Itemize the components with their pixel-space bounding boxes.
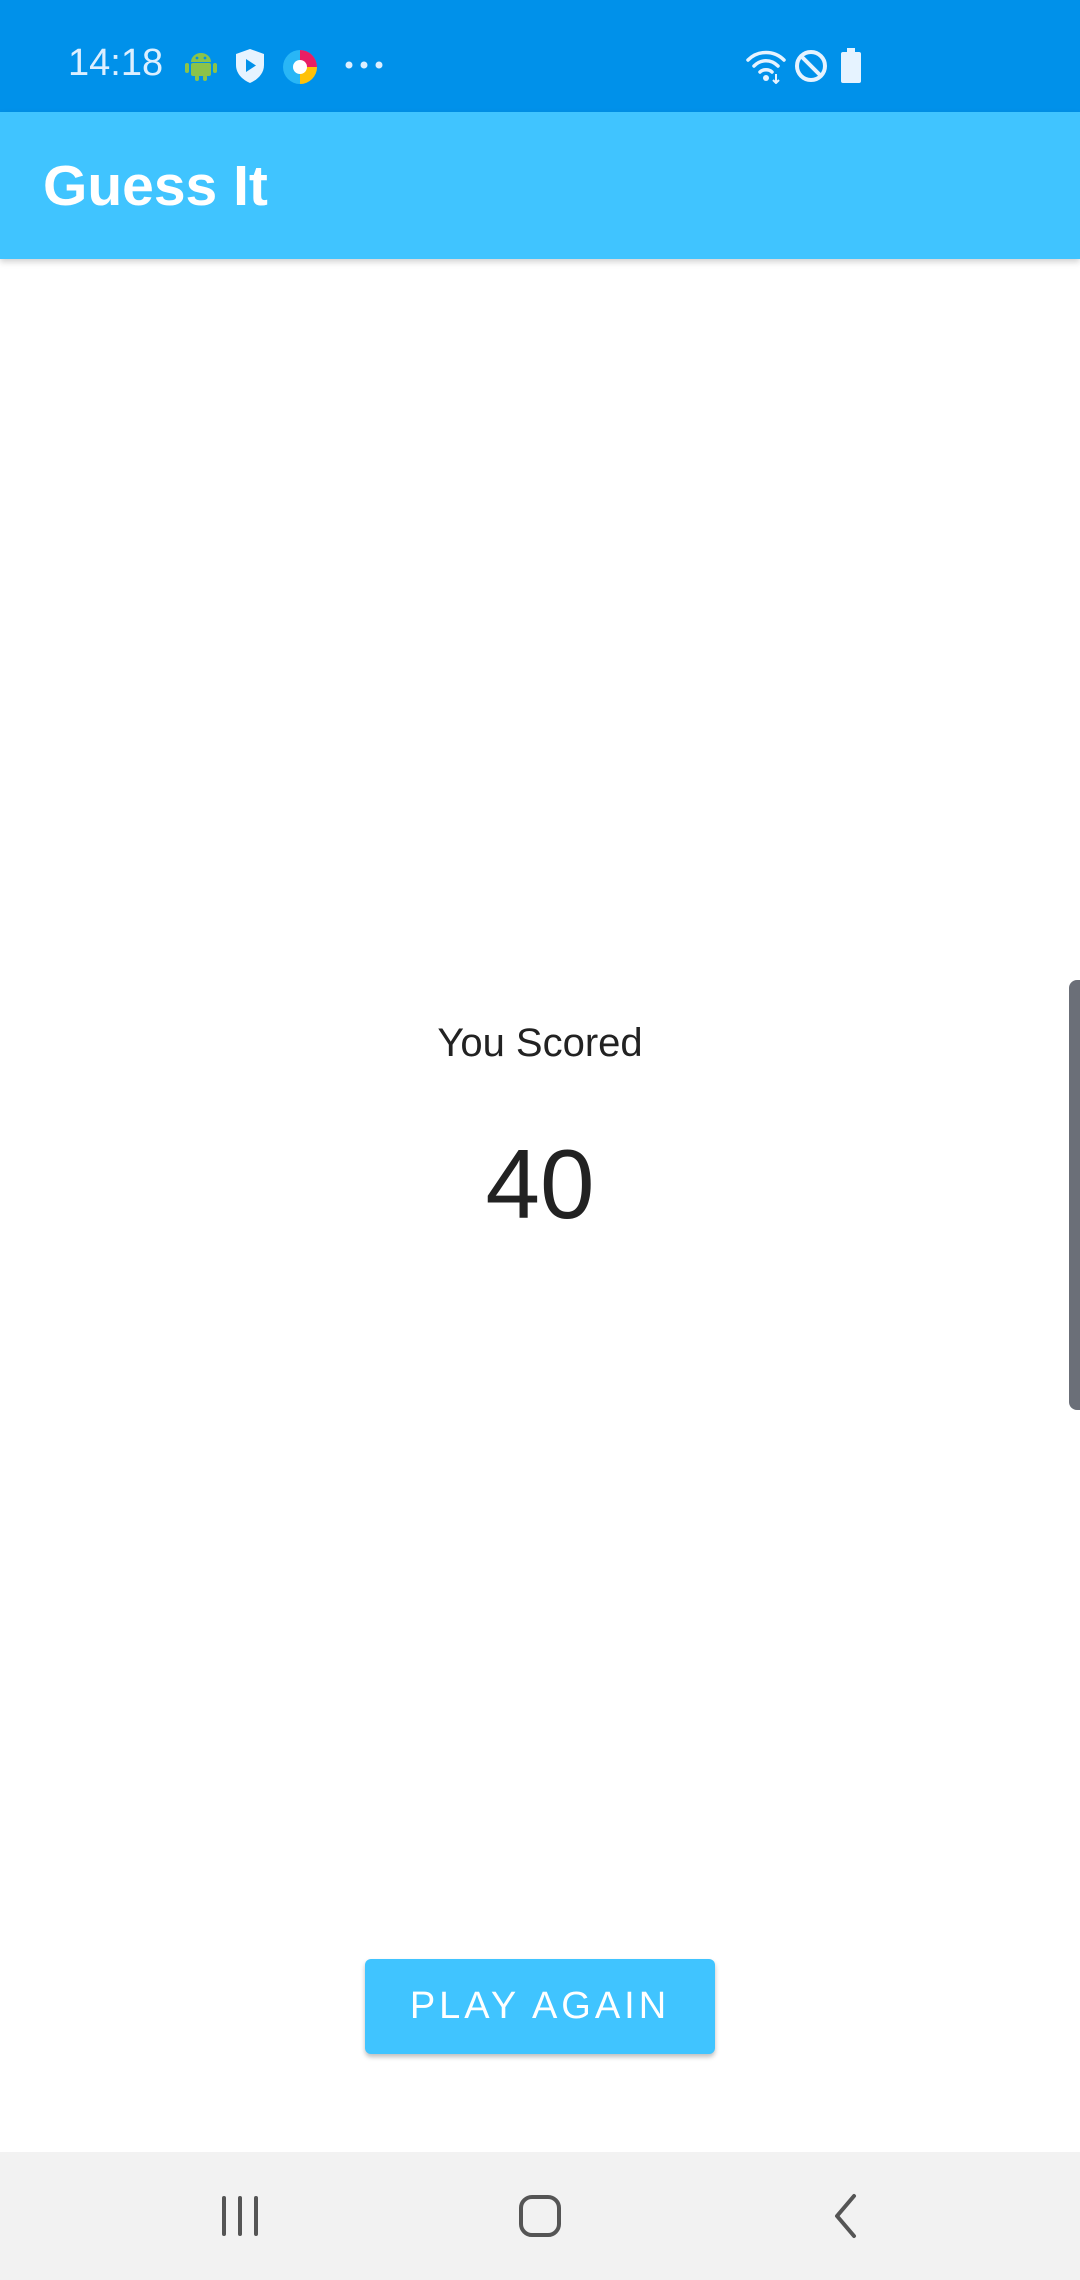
- status-bar: 14:18: [0, 0, 1080, 112]
- android-icon: [185, 53, 217, 81]
- wifi-icon: [746, 50, 786, 84]
- back-icon[interactable]: [810, 2186, 880, 2246]
- more-dots-icon: [345, 61, 383, 69]
- shield-play-icon: [236, 49, 264, 83]
- score-label: You Scored: [437, 1021, 643, 1065]
- do-not-disturb-icon: [795, 50, 827, 82]
- home-icon[interactable]: [505, 2186, 575, 2246]
- score-screen: You Scored 40 PLAY AGAIN: [0, 259, 1080, 2152]
- edge-panel-handle[interactable]: [1069, 980, 1080, 1410]
- recent-apps-icon[interactable]: [205, 2186, 275, 2246]
- app-title: Guess It: [43, 154, 268, 218]
- play-again-button[interactable]: PLAY AGAIN: [365, 1959, 715, 2054]
- battery-icon: [841, 48, 861, 83]
- status-time: 14:18: [68, 42, 164, 84]
- navigation-bar: [0, 2152, 1080, 2280]
- app-circle-icon: [283, 50, 317, 84]
- score-value: 40: [485, 1129, 595, 1239]
- app-bar: Guess It: [0, 112, 1080, 259]
